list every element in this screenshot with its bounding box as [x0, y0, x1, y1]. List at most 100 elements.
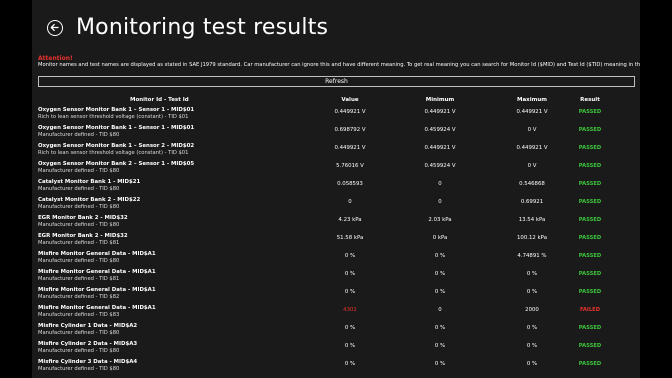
- result-badge: PASSED: [578, 253, 602, 259]
- test-description: Manufacturer defined - TID $82: [38, 294, 120, 300]
- value-cell: 5.76016 V: [336, 163, 364, 169]
- result-badge: FAILED: [579, 307, 601, 313]
- result-badge: PASSED: [578, 217, 602, 223]
- test-description: Manufacturer defined - TID $80: [38, 348, 120, 354]
- table-row: Misfire Cylinder 2 Data - MID$A3 Manufact…: [32, 340, 640, 358]
- value-cell: 51.58 kPa: [336, 235, 364, 241]
- monitor-name: Oxygen Sensor Monitor Bank 1 – Sensor 1 …: [38, 107, 195, 113]
- monitor-name: Misfire Monitor General Data - MID$A1: [38, 287, 156, 293]
- value-cell: 4.23 kPa: [338, 217, 362, 223]
- result-badge: PASSED: [578, 325, 602, 331]
- table-row: Oxygen Sensor Monitor Bank 1 – Sensor 2 …: [32, 142, 640, 160]
- test-description: Manufacturer defined - TID $81: [38, 276, 120, 282]
- table-row: EGR Monitor Bank 2 - MID$32 Manufacturer …: [32, 214, 640, 232]
- minimum-cell: 0 kPa: [432, 235, 448, 241]
- table-row: Catalyst Monitor Bank 1 - MID$21 Manufact…: [32, 178, 640, 196]
- disclaimer-text: Monitor names and test names are display…: [38, 62, 640, 68]
- table-row: Oxygen Sensor Monitor Bank 2 – Sensor 1 …: [32, 160, 640, 178]
- result-badge: PASSED: [578, 127, 602, 133]
- monitor-name: EGR Monitor Bank 2 - MID$32: [38, 233, 128, 239]
- result-badge: PASSED: [578, 109, 602, 115]
- table-header: Monitor Id - Test Id Value Minimum Maxim…: [32, 97, 640, 105]
- table-row: Misfire Cylinder 1 Data - MID$A2 Manufact…: [32, 322, 640, 340]
- monitor-name: Oxygen Sensor Monitor Bank 1 – Sensor 2 …: [38, 143, 195, 149]
- table-row: Catalyst Monitor Bank 2 - MID$22 Manufact…: [32, 196, 640, 214]
- monitor-name: Misfire Monitor General Data - MID$A1: [38, 269, 156, 275]
- table-row: Misfire Cylinder 3 Data - MID$A4 Manufact…: [32, 358, 640, 376]
- page-title: Monitoring test results: [76, 15, 329, 40]
- back-button[interactable]: [47, 20, 63, 36]
- header-minimum: Minimum: [425, 97, 455, 103]
- result-badge: PASSED: [578, 361, 602, 367]
- value-cell: 0: [348, 199, 352, 205]
- value-cell: 0 %: [344, 253, 356, 259]
- test-description: Manufacturer defined - TID $80: [38, 330, 120, 336]
- test-description: Rich to lean sensor threshold voltage (c…: [38, 114, 189, 120]
- header-result: Result: [580, 97, 600, 103]
- value-cell: 0.449921 V: [334, 145, 366, 151]
- test-description: Manufacturer defined - TID $81: [38, 240, 120, 246]
- value-cell: 4302: [343, 307, 357, 313]
- value-cell: 0 %: [344, 289, 356, 295]
- results-page: Monitoring test results Attention! Monit…: [32, 0, 640, 378]
- value-cell: 0 %: [344, 361, 356, 367]
- result-badge: PASSED: [578, 145, 602, 151]
- test-description: Manufacturer defined - TID $83: [38, 312, 120, 318]
- minimum-cell: 0.459924 V: [424, 127, 456, 133]
- result-badge: PASSED: [578, 181, 602, 187]
- value-cell: 0 %: [344, 343, 356, 349]
- monitor-name: Catalyst Monitor Bank 2 - MID$22: [38, 197, 141, 203]
- minimum-cell: 0: [438, 199, 442, 205]
- minimum-cell: 0 %: [434, 289, 446, 295]
- monitor-name: Oxygen Sensor Monitor Bank 2 – Sensor 1 …: [38, 161, 195, 167]
- minimum-cell: 0: [438, 307, 442, 313]
- test-description: Manufacturer defined - TID $80: [38, 204, 120, 210]
- test-description: Manufacturer defined - TID $80: [38, 186, 120, 192]
- table-row: Misfire Monitor General Data - MID$A1 Man…: [32, 286, 640, 304]
- attention-label: Attention!: [38, 55, 73, 62]
- test-description: Manufacturer defined - TID $80: [38, 168, 120, 174]
- monitor-name: Misfire Monitor General Data - MID$A1: [38, 251, 156, 257]
- table-row: Misfire Monitor General Data - MID$A1 Man…: [32, 268, 640, 286]
- result-badge: PASSED: [578, 163, 602, 169]
- minimum-cell: 0.449921 V: [424, 109, 456, 115]
- minimum-cell: 0 %: [434, 325, 446, 331]
- back-arrow-icon: [50, 23, 59, 32]
- page-header: Monitoring test results: [32, 0, 640, 52]
- result-badge: PASSED: [578, 235, 602, 241]
- table-row: Misfire Monitor General Data - MID$A1 Man…: [32, 250, 640, 268]
- minimum-cell: 0 %: [434, 271, 446, 277]
- minimum-cell: 0.449921 V: [424, 145, 456, 151]
- result-badge: PASSED: [578, 271, 602, 277]
- header-value: Value: [341, 97, 359, 103]
- table-row: Misfire Monitor General Data - MID$A1 Man…: [32, 304, 640, 322]
- minimum-cell: 0 %: [434, 253, 446, 259]
- monitor-name: Misfire Cylinder 3 Data - MID$A4: [38, 359, 138, 365]
- test-description: Manufacturer defined - TID $80: [38, 366, 120, 372]
- value-cell: 0.698792 V: [334, 127, 366, 133]
- result-badge: PASSED: [578, 199, 602, 205]
- minimum-cell: 0 %: [434, 343, 446, 349]
- value-cell: 0 %: [344, 271, 356, 277]
- minimum-cell: 0.459924 V: [424, 163, 456, 169]
- test-description: Rich to lean sensor threshold voltage (c…: [38, 150, 189, 156]
- monitor-name: Misfire Cylinder 1 Data - MID$A2: [38, 323, 138, 329]
- result-badge: PASSED: [578, 289, 602, 295]
- monitor-name: Oxygen Sensor Monitor Bank 1 – Sensor 1 …: [38, 125, 195, 131]
- monitor-name: Misfire Monitor General Data - MID$A1: [38, 305, 156, 311]
- table-row: Oxygen Sensor Monitor Bank 1 – Sensor 1 …: [32, 124, 640, 142]
- monitor-name: Catalyst Monitor Bank 1 - MID$21: [38, 179, 141, 185]
- refresh-button[interactable]: Refresh: [38, 76, 635, 87]
- result-badge: PASSED: [578, 343, 602, 349]
- value-cell: 0.058593: [337, 181, 363, 187]
- monitor-name: Misfire Cylinder 2 Data - MID$A3: [38, 341, 138, 347]
- test-description: Manufacturer defined - TID $80: [38, 222, 120, 228]
- test-description: Manufacturer defined - TID $80: [38, 258, 120, 264]
- minimum-cell: 0: [438, 181, 442, 187]
- header-monitor: Monitor Id - Test Id: [130, 97, 189, 103]
- table-row: Oxygen Sensor Monitor Bank 1 – Sensor 1 …: [32, 106, 640, 124]
- value-cell: 0.449921 V: [334, 109, 366, 115]
- test-description: Manufacturer defined - TID $80: [38, 132, 120, 138]
- value-cell: 0 %: [344, 325, 356, 331]
- minimum-cell: 2.03 kPa: [428, 217, 452, 223]
